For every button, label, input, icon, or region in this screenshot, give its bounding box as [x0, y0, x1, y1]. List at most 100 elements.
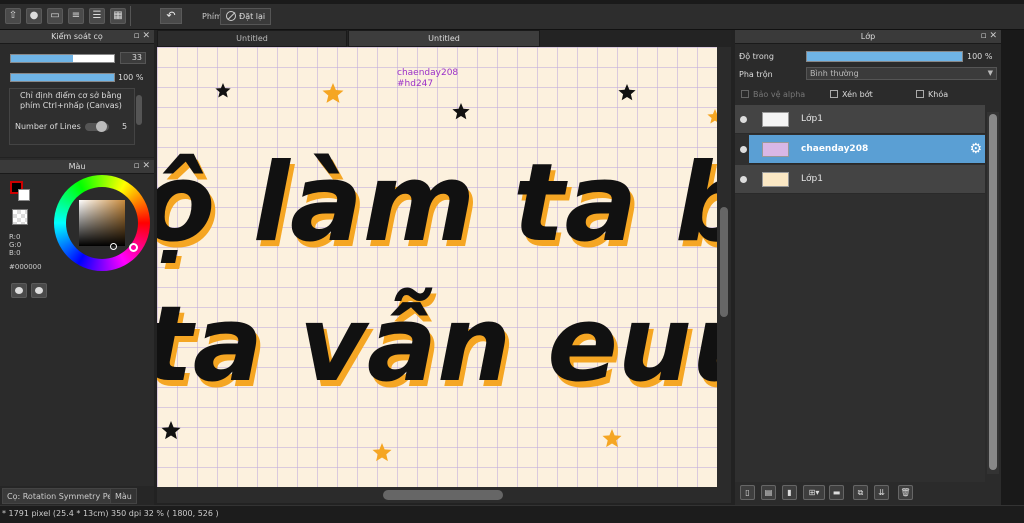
layer-row[interactable]: Lớp1 [735, 105, 985, 134]
visibility-icon[interactable] [740, 116, 747, 123]
reset-label: Đặt lại [239, 12, 266, 21]
toolbar-divider [130, 6, 131, 26]
lock-checkbox[interactable]: Khóa [916, 90, 948, 99]
hue-marker[interactable] [129, 243, 138, 252]
new-halftone-layer-icon[interactable]: ▤ [761, 485, 776, 500]
gear-icon[interactable]: ⚙ [969, 141, 982, 157]
speech-icon[interactable]: ● [26, 8, 42, 24]
panel-float-close-icon[interactable]: ▫ ✕ [980, 30, 997, 43]
merge-layer-icon[interactable]: ⇊ [874, 485, 889, 500]
layer-row-selected[interactable]: chaenday208 ⚙ [749, 135, 985, 164]
layer-opacity-slider[interactable] [806, 51, 963, 62]
layer-panel: Lớp ▫ ✕ Độ trong 100 % Pha trộn Bình thư… [735, 30, 1001, 505]
blend-mode-label: Pha trộn [739, 70, 773, 79]
undo-icon: ↶ [166, 9, 176, 22]
tab-document-1[interactable]: Untitled [157, 30, 347, 47]
clipping-label: Xén bớt [842, 90, 873, 99]
layer-thumbnail [762, 172, 789, 187]
tab-color[interactable]: Màu [110, 488, 137, 504]
toolbar: ⇧ ● ▭ ≡ ☰ ▦ ↶ Phím Đặt lại [0, 0, 1024, 30]
dark-star-decoration [452, 103, 470, 120]
layer-toolbar: ▯ ▤ ▮ ⊞▾ ▬ ⧉ ⇊ 🗑 [735, 482, 1001, 504]
tab-document-2[interactable]: Untitled [348, 30, 540, 47]
comment-icon[interactable]: ▭ [47, 8, 63, 24]
upload-icon[interactable]: ⇧ [5, 8, 21, 24]
dark-star-decoration [618, 84, 636, 101]
brush-panel-title: Kiểm soát cọ [51, 32, 103, 41]
number-of-lines-label: Number of Lines [15, 122, 81, 131]
canvas-artwork: ộ làm ta buồ ộ làm ta buồ ta vẫn euu ta … [157, 83, 717, 462]
panel-float-close-icon[interactable]: ▫ ✕ [133, 160, 150, 173]
new-folder-icon[interactable]: ▬ [829, 485, 844, 500]
hue-ring[interactable] [54, 175, 150, 271]
gold-star-decoration [322, 83, 344, 103]
canvas-horizontal-scrollbar[interactable] [157, 487, 731, 503]
document-tabs: Untitled Untitled [157, 30, 731, 47]
new-layer-icon[interactable]: ▯ [740, 485, 755, 500]
visibility-icon[interactable] [740, 176, 747, 183]
canvas-horizontal-scroll-thumb[interactable] [383, 490, 503, 500]
lock-label: Khóa [928, 90, 949, 99]
number-of-lines-value: 5 [122, 122, 128, 131]
status-bar: * 1791 pixel (25.4 * 13cm) 350 dpi 32 % … [0, 505, 1024, 523]
add-layer-dropdown-icon[interactable]: ⊞▾ [803, 485, 825, 500]
right-edge-panel [1001, 30, 1024, 505]
undo-button[interactable]: ↶ [160, 8, 182, 24]
dark-star-decoration [161, 421, 181, 440]
layer-list-scrollbar[interactable] [987, 112, 999, 474]
tab-brush[interactable]: Cọ: Rotation Symmetry Pen [2, 488, 123, 504]
brush-opacity-slider[interactable] [10, 73, 115, 82]
status-text: * 1791 pixel (25.4 * 13cm) 350 dpi 32 % … [2, 509, 219, 518]
palette-icon[interactable] [11, 283, 27, 298]
clipping-checkbox[interactable]: Xén bớt [830, 90, 873, 99]
color-panel-header: Màu ▫ ✕ [0, 160, 154, 174]
layer-panel-header: Lớp ▫ ✕ [735, 30, 1001, 44]
gold-star-decoration [707, 109, 717, 124]
layer-row[interactable]: Lớp1 [735, 165, 985, 194]
background-color-swatch[interactable] [18, 189, 30, 201]
menu-bar[interactable] [0, 0, 1024, 4]
checkbox-box [830, 90, 838, 98]
red-value: R:0 [9, 233, 21, 241]
duplicate-layer-icon[interactable]: ⧉ [853, 485, 868, 500]
blue-value: B:0 [9, 249, 21, 257]
checkbox-box [916, 90, 924, 98]
color-mixer-icon[interactable] [31, 283, 47, 298]
layer-panel-title: Lớp [860, 32, 876, 41]
protect-alpha-checkbox[interactable]: Bảo vệ alpha [741, 90, 805, 99]
saturation-value-square[interactable] [79, 200, 125, 246]
lettering-line2: ta vẫn euu [157, 283, 717, 405]
canvas-vertical-scrollbar[interactable] [717, 47, 731, 487]
color-panel: Màu ▫ ✕ R:0 G:0 B:0 #000000 [0, 158, 154, 486]
grid-icon[interactable]: ▦ [110, 8, 126, 24]
delete-layer-icon[interactable]: 🗑 [898, 485, 913, 500]
brush-size-value[interactable]: 33 [120, 52, 146, 64]
gold-star-decoration [372, 443, 392, 462]
drawing-canvas[interactable]: ộ làm ta buồ ộ làm ta buồ ta vẫn euu ta … [157, 47, 717, 487]
saturation-value-marker[interactable] [110, 243, 117, 250]
document-icon[interactable]: ≡ [68, 8, 84, 24]
blend-mode-value: Bình thường [810, 69, 859, 78]
transparent-color-swatch[interactable] [12, 209, 28, 225]
brush-settings-scrollbar[interactable] [136, 95, 142, 125]
protect-alpha-label: Bảo vệ alpha [753, 90, 806, 99]
checkbox-box [741, 90, 749, 98]
color-panel-title: Màu [68, 162, 86, 171]
list-icon[interactable]: ☰ [89, 8, 105, 24]
blend-mode-select[interactable]: Bình thường ▼ [806, 67, 997, 80]
layer-opacity-label: Độ trong [739, 52, 774, 61]
layer-thumbnail [762, 142, 789, 157]
canvas-vertical-scroll-thumb[interactable] [720, 207, 728, 317]
gold-star-decoration [602, 429, 622, 448]
layer-name: Lớp1 [801, 174, 823, 184]
reset-button[interactable]: Đặt lại [220, 8, 272, 25]
number-of-lines-knob[interactable] [96, 121, 107, 132]
brush-size-slider[interactable] [10, 54, 115, 63]
hex-value: #000000 [9, 263, 42, 271]
panel-float-close-icon[interactable]: ▫ ✕ [133, 30, 150, 43]
app-window: ⇧ ● ▭ ≡ ☰ ▦ ↶ Phím Đặt lại Kiểm soát cọ … [0, 0, 1024, 523]
layer-list-scroll-thumb[interactable] [989, 114, 997, 470]
new-1bit-layer-icon[interactable]: ▮ [782, 485, 797, 500]
visibility-icon[interactable] [740, 146, 747, 153]
brush-control-panel: Kiểm soát cọ ▫ ✕ 33 100 % Chỉ định điểm … [0, 30, 154, 157]
